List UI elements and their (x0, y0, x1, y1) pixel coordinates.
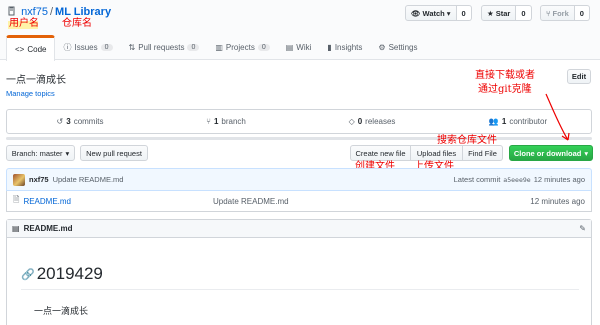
manage-topics-link[interactable]: Manage topics (6, 89, 55, 98)
tab-insights[interactable]: ▮ Insights (319, 35, 370, 60)
annotation-search-files: 搜索仓库文件 (437, 135, 497, 146)
anchor-link-icon[interactable]: 🔗 (21, 268, 35, 281)
tab-projects-label: Projects (225, 43, 255, 52)
repo-description: 一点一滴成长 (6, 75, 66, 86)
commit-author-link[interactable]: nxf75 (29, 175, 49, 184)
branches-label: branch (221, 117, 246, 126)
file-commit-time: 12 minutes ago (530, 196, 585, 206)
edit-description-button[interactable]: Edit (567, 69, 591, 84)
commit-message[interactable]: Update README.md (53, 175, 124, 184)
history-icon: ↺ (56, 117, 64, 126)
tab-code-label: Code (27, 45, 47, 54)
branch-select-label: Branch: master (11, 148, 63, 158)
avatar[interactable] (13, 173, 25, 186)
file-commit-message[interactable]: Update README.md (213, 197, 289, 206)
code-icon: <> (15, 45, 25, 54)
fork-label: Fork (552, 8, 569, 18)
find-file-button[interactable]: Find File (463, 145, 503, 161)
readme-paragraph: 一点一滴成长 (34, 306, 89, 316)
readme-heading: 🔗 2019429 (21, 264, 103, 284)
pencil-icon[interactable]: ✎ (579, 224, 586, 233)
commit-time: 12 minutes ago (533, 175, 585, 184)
repo-separator: / (49, 6, 54, 18)
book-icon: ▤ (12, 224, 20, 233)
chevron-down-icon: ▾ (584, 148, 589, 158)
pull-request-icon: ⇅ (128, 43, 136, 52)
repo-header: nxf75/ML Library 👁 Watch ▾ 0 ★ Star 0 ⑂ … (0, 0, 600, 61)
star-count[interactable]: 0 (516, 5, 532, 21)
table-row: 🗎 README.md Update README.md 12 minutes … (6, 191, 592, 212)
readme-heading-text: 2019429 (36, 264, 103, 283)
language-bar (6, 137, 592, 140)
tab-settings-label: Settings (388, 43, 418, 52)
releases-label: releases (365, 117, 396, 126)
tab-insights-label: Insights (334, 43, 363, 52)
releases-count: 0 (357, 117, 363, 126)
eye-icon: 👁 (411, 8, 421, 18)
annotation-username: 用户名 (9, 18, 39, 29)
readme-header: ▤ README.md ✎ (7, 220, 591, 238)
contributors-count: 1 (501, 117, 507, 126)
commit-sha-link[interactable]: a5eee9e (503, 176, 530, 184)
numbers-summary: ↺ 3 commits ⑂ 1 branch ◇ 0 releases 👥 1 … (6, 109, 592, 134)
clone-label: Clone or download (513, 148, 582, 158)
annotation-repo-name: 仓库名 (62, 18, 92, 29)
annotation-arrow (545, 93, 570, 141)
star-button-group: ★ Star 0 (481, 5, 532, 21)
readme-divider (21, 289, 579, 290)
tab-wiki[interactable]: ▤ Wiki (278, 35, 320, 60)
wiki-icon: ▤ (285, 43, 294, 52)
star-label: Star (495, 8, 511, 18)
tab-projects-count: 0 (257, 44, 270, 51)
gear-icon: ⚙ (378, 43, 386, 52)
star-icon: ★ (487, 8, 494, 18)
issue-icon: ⓘ (63, 43, 72, 52)
fork-button-group: ⑂ Fork 0 (540, 5, 590, 21)
clone-or-download-button[interactable]: Clone or download ▾ (509, 145, 593, 161)
fork-icon: ⑂ (546, 8, 551, 18)
tab-issues-label: Issues (74, 43, 98, 52)
tab-pull-requests-label: Pull requests (138, 43, 185, 52)
watch-count[interactable]: 0 (456, 5, 472, 21)
tab-pull-requests-count: 0 (187, 44, 200, 51)
watch-label: Watch (422, 8, 445, 18)
watch-button[interactable]: 👁 Watch ▾ (405, 5, 457, 21)
fork-count[interactable]: 0 (574, 5, 590, 21)
commits-label: commits (73, 117, 104, 126)
project-icon: ▥ (215, 43, 223, 52)
commits-count: 3 (66, 117, 71, 126)
branch-icon: ⑂ (206, 117, 211, 126)
readme-filename: README.md (23, 224, 73, 233)
graph-icon: ▮ (327, 43, 332, 52)
latest-commit-bar: nxf75 Update README.md Latest commit a5e… (6, 168, 592, 191)
branch-select[interactable]: Branch: master ▾ (6, 145, 75, 161)
annotation-download-line2: 通过git克隆 (478, 84, 532, 95)
annotation-download-line1: 直接下载或者 (475, 70, 535, 81)
branches-count: 1 (213, 117, 219, 126)
file-icon: 🗎 (13, 195, 20, 204)
tab-projects[interactable]: ▥ Projects 0 (207, 35, 277, 60)
commits-summary[interactable]: ↺ 3 commits (7, 110, 153, 133)
star-button[interactable]: ★ Star (481, 5, 517, 21)
readme-box: ▤ README.md ✎ 🔗 2019429 一点一滴成长 (6, 219, 592, 325)
tab-settings[interactable]: ⚙ Settings (370, 35, 425, 60)
tab-issues[interactable]: ⓘ Issues 0 (55, 35, 120, 60)
file-name-link[interactable]: README.md (23, 197, 213, 206)
tag-icon: ◇ (348, 117, 355, 126)
tab-issues-count: 0 (100, 44, 113, 51)
tab-code[interactable]: <> Code (6, 35, 56, 61)
people-icon: 👥 (488, 117, 499, 126)
releases-summary[interactable]: ◇ 0 releases (299, 110, 445, 133)
tab-pull-requests[interactable]: ⇅ Pull requests 0 (121, 35, 208, 60)
tab-wiki-label: Wiki (296, 43, 312, 52)
latest-commit-prefix: Latest commit (453, 175, 501, 184)
chevron-down-icon: ▾ (446, 8, 451, 18)
fork-button[interactable]: ⑂ Fork (540, 5, 575, 21)
chevron-down-icon: ▾ (65, 148, 70, 158)
watch-button-group: 👁 Watch ▾ 0 (405, 5, 472, 21)
repo-nav-tabs: <> Code ⓘ Issues 0 ⇅ Pull requests 0 ▥ P… (6, 35, 425, 61)
new-pull-request-button[interactable]: New pull request (80, 145, 148, 161)
branches-summary[interactable]: ⑂ 1 branch (153, 110, 299, 133)
